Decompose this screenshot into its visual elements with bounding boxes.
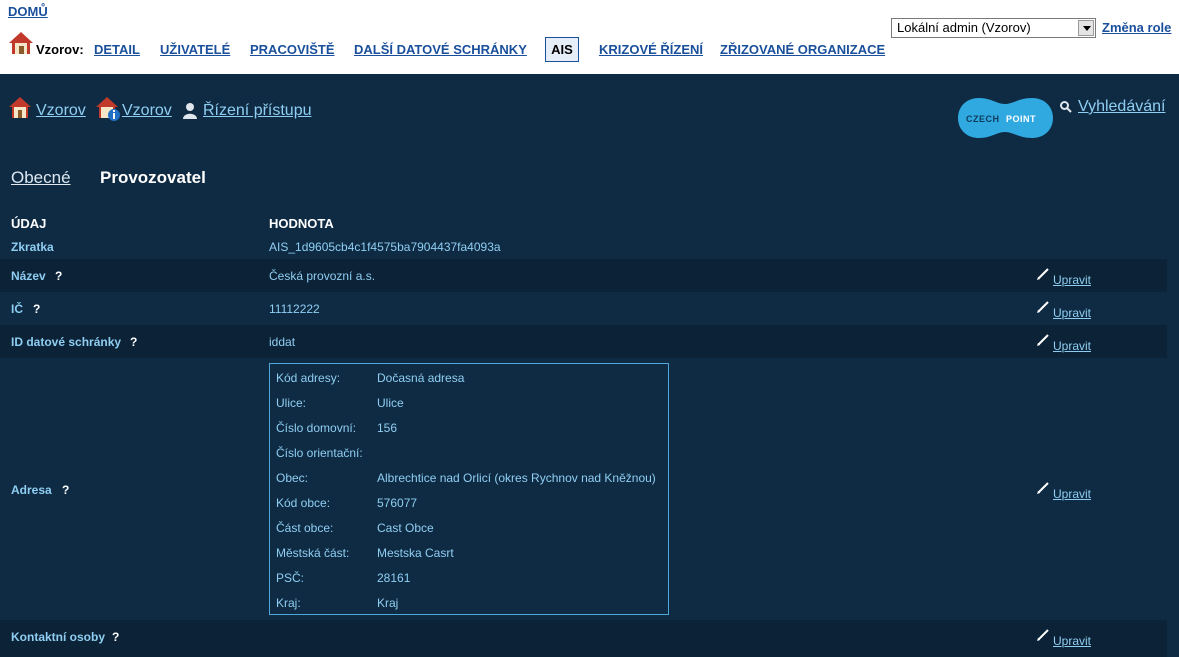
address-value: 28161 [377, 571, 411, 585]
table-row-contacts: Kontaktní osoby ? Upravit [0, 620, 1167, 657]
chevron-down-icon[interactable] [1078, 20, 1094, 36]
row-value: AIS_1d9605cb4c1f4575ba7904437fa4093a [269, 240, 501, 254]
help-icon[interactable]: ? [62, 483, 69, 497]
address-key: Městská část: [276, 546, 350, 560]
house-icon [8, 96, 32, 125]
pencil-icon[interactable] [1037, 628, 1050, 646]
address-value: Mestska Casrt [377, 546, 454, 560]
row-label: IČ [11, 302, 23, 316]
logo-text-a: CZECH [966, 114, 1000, 124]
role-select-value: Lokální admin (Vzorov) [897, 20, 1031, 35]
logo-text-b: POINT [1006, 114, 1036, 124]
org-label: Vzorov: [36, 42, 84, 57]
home-link[interactable]: DOMŮ [8, 4, 48, 19]
breadcrumb-access-control[interactable]: Řízení přístupu [203, 102, 312, 120]
pencil-icon[interactable] [1037, 481, 1050, 499]
table-row-name: Název ? Česká provozní a.s. Upravit [0, 259, 1167, 292]
nav-detail[interactable]: DETAIL [94, 42, 140, 57]
address-key: Kraj: [276, 596, 301, 610]
row-label: Adresa [11, 483, 52, 497]
column-header-value: HODNOTA [269, 216, 334, 231]
row-label: Název [11, 269, 46, 283]
nav-workplaces[interactable]: PRACOVIŠTĚ [250, 42, 335, 57]
address-key: Kód adresy: [276, 371, 341, 385]
help-icon[interactable]: ? [55, 269, 62, 283]
row-value: 11112222 [269, 302, 320, 316]
czechpoint-logo: CZECH POINT [957, 96, 1054, 140]
search-icon [1059, 100, 1073, 119]
user-icon [182, 102, 198, 125]
row-value: Česká provozní a.s. [269, 269, 376, 283]
house-info-icon [95, 96, 121, 127]
nav-users[interactable]: UŽIVATELÉ [160, 42, 230, 57]
table-row-abbreviation: Zkratka AIS_1d9605cb4c1f4575ba7904437fa4… [0, 234, 1167, 258]
edit-link[interactable]: Upravit [1053, 634, 1091, 648]
address-box: Kód adresy: Dočasná adresa Ulice: Ulice … [269, 363, 669, 615]
search-link[interactable]: Vyhledávání [1078, 98, 1165, 116]
row-value: iddat [269, 335, 296, 349]
help-icon[interactable]: ? [33, 302, 40, 316]
edit-link[interactable]: Upravit [1053, 487, 1091, 501]
address-value: Ulice [377, 396, 404, 410]
tab-operator: Provozovatel [100, 168, 206, 187]
help-icon[interactable]: ? [112, 630, 119, 644]
row-label: Kontaktní osoby [11, 630, 106, 644]
nav-data-boxes[interactable]: DALŠÍ DATOVÉ SCHRÁNKY [354, 42, 527, 57]
top-bar: DOMŮ Vzorov: DETAIL UŽIVATELÉ PRACOVIŠTĚ… [0, 0, 1179, 74]
table-row-data-box-id: ID datové schránky ? iddat Upravit [0, 325, 1167, 358]
edit-link[interactable]: Upravit [1053, 306, 1091, 320]
pencil-icon[interactable] [1037, 300, 1050, 318]
address-key: Kód obce: [276, 496, 331, 510]
table-row-ic: IČ ? 11112222 Upravit [0, 292, 1167, 325]
nav-organizations[interactable]: ZŘIZOVANÉ ORGANIZACE [720, 42, 885, 57]
address-key: Část obce: [276, 521, 334, 535]
address-value: Albrechtice nad Orlicí (okres Rychnov na… [377, 471, 656, 485]
address-key: Obec: [276, 471, 309, 485]
main-content: Vzorov Vzorov Řízení přístupu CZECH POIN… [0, 74, 1179, 657]
pencil-icon[interactable] [1037, 267, 1050, 285]
pencil-icon[interactable] [1037, 333, 1050, 351]
nav-ais[interactable]: AIS [545, 37, 579, 62]
breadcrumb-org-info[interactable]: Vzorov [122, 102, 172, 120]
edit-link[interactable]: Upravit [1053, 273, 1091, 287]
house-icon [8, 31, 34, 60]
change-role-link[interactable]: Změna role [1102, 20, 1171, 35]
address-value: Cast Obce [377, 521, 434, 535]
tab-general[interactable]: Obecné [11, 168, 71, 188]
breadcrumb-org[interactable]: Vzorov [36, 102, 86, 120]
row-label: ID datové schránky [11, 335, 122, 349]
edit-link[interactable]: Upravit [1053, 339, 1091, 353]
nav-crisis[interactable]: KRIZOVÉ ŘÍZENÍ [599, 42, 703, 57]
role-select[interactable]: Lokální admin (Vzorov) [891, 18, 1096, 38]
address-value: Dočasná adresa [377, 371, 465, 385]
address-value: 156 [377, 421, 398, 435]
address-key: Číslo domovní: [276, 421, 357, 435]
address-key: Číslo orientační: [276, 446, 363, 460]
row-label: Zkratka [11, 240, 54, 254]
address-value: 576077 [377, 496, 418, 510]
address-value: Kraj [377, 596, 399, 610]
column-header-field: ÚDAJ [11, 216, 47, 231]
help-icon[interactable]: ? [130, 335, 137, 349]
address-key: PSČ: [276, 571, 305, 585]
address-key: Ulice: [276, 396, 307, 410]
